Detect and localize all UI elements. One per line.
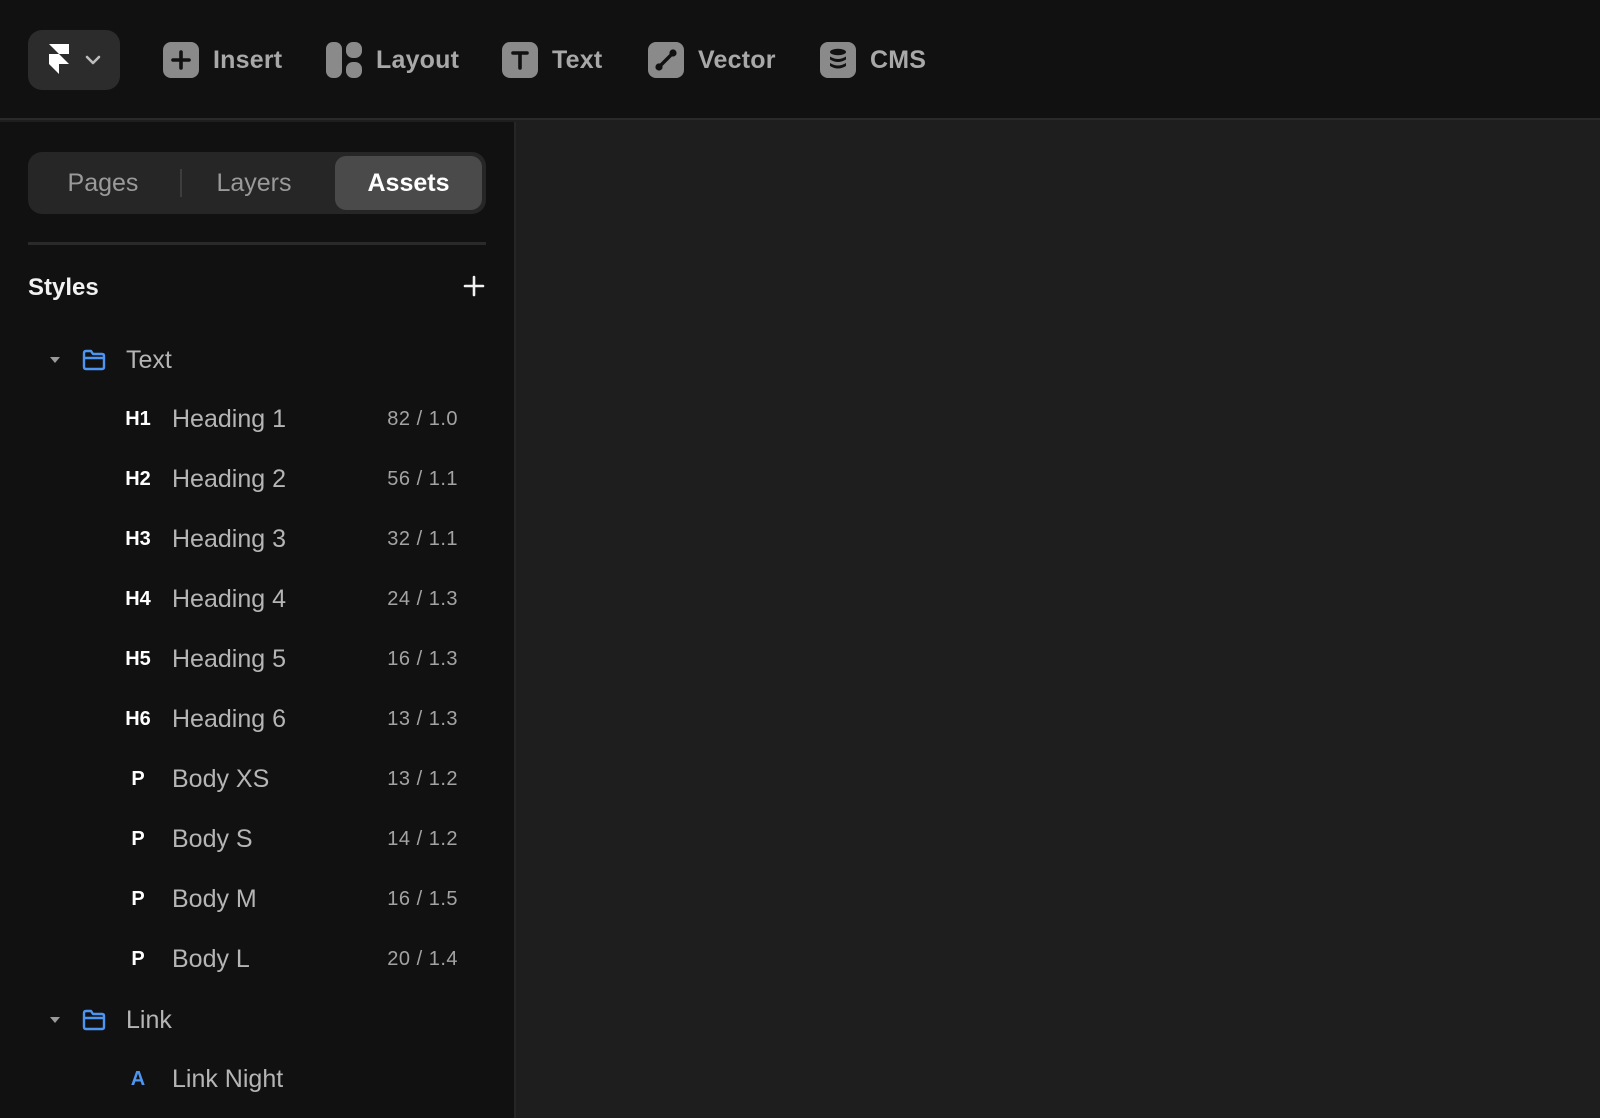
cms-tool-button[interactable]: CMS (820, 38, 926, 82)
style-item-heading-3[interactable]: H3 Heading 3 32 / 1.1 (110, 517, 470, 561)
plus-icon (163, 42, 199, 78)
caret-down-icon[interactable] (40, 1016, 70, 1024)
style-size-lineheight: 16 / 1.3 (387, 647, 458, 670)
caret-down-icon[interactable] (40, 356, 70, 364)
style-size-lineheight: 56 / 1.1 (387, 467, 458, 490)
folder-label: Text (126, 345, 172, 374)
style-item-heading-5[interactable]: H5 Heading 5 16 / 1.3 (110, 637, 470, 681)
style-tag: H5 (125, 647, 151, 670)
style-name: Heading 5 (172, 644, 286, 673)
style-name: Heading 3 (172, 524, 286, 553)
tab-layers[interactable]: Layers (184, 156, 324, 210)
pen-vector-icon (648, 42, 684, 78)
folder-icon (82, 349, 116, 371)
layout-tool-button[interactable]: Layout (326, 38, 459, 82)
style-tag: P (131, 767, 145, 790)
style-size-lineheight: 14 / 1.2 (387, 827, 458, 850)
style-name: Heading 4 (172, 584, 286, 613)
insert-label: Insert (213, 45, 283, 74)
canvas-area[interactable] (518, 122, 1600, 1118)
style-tag: P (131, 887, 145, 910)
style-item-body-s[interactable]: P Body S 14 / 1.2 (110, 817, 470, 861)
app-window: Insert Layout Text Vector CMS Pages Laye… (0, 0, 1600, 1118)
folder-row-link[interactable]: Link (40, 998, 172, 1042)
style-tag: H1 (125, 407, 151, 430)
style-item-link-night[interactable]: A Link Night (110, 1057, 470, 1101)
style-item-heading-1[interactable]: H1 Heading 1 82 / 1.0 (110, 397, 470, 441)
cms-label: CMS (870, 45, 927, 74)
style-item-body-xs[interactable]: P Body XS 13 / 1.2 (110, 757, 470, 801)
style-tag: H2 (125, 467, 151, 490)
style-name: Body L (172, 944, 250, 973)
style-name: Heading 1 (172, 404, 286, 433)
style-size-lineheight: 13 / 1.3 (387, 707, 458, 730)
add-style-button[interactable] (458, 270, 490, 302)
style-tag: H6 (125, 707, 151, 730)
style-size-lineheight: 24 / 1.3 (387, 587, 458, 610)
folder-icon (82, 1009, 116, 1031)
style-item-body-l[interactable]: P Body L 20 / 1.4 (110, 937, 470, 981)
style-tag: P (131, 947, 145, 970)
style-tag: H4 (125, 587, 151, 610)
style-size-lineheight: 13 / 1.2 (387, 767, 458, 790)
style-name: Heading 2 (172, 464, 286, 493)
style-size-lineheight: 32 / 1.1 (387, 527, 458, 550)
text-tool-button[interactable]: Text (502, 38, 602, 82)
chevron-down-icon (85, 55, 101, 65)
layout-label: Layout (376, 45, 460, 74)
app-menu-button[interactable] (28, 30, 120, 90)
left-panel: Pages Layers Assets Styles Text H1 Headi… (0, 122, 516, 1118)
panel-tab-switcher: Pages Layers Assets (28, 152, 486, 214)
text-t-icon (502, 42, 538, 78)
database-icon (820, 42, 856, 78)
style-name: Body XS (172, 764, 270, 793)
style-name: Body S (172, 824, 253, 853)
style-size-lineheight: 16 / 1.5 (387, 887, 458, 910)
vector-label: Vector (698, 45, 776, 74)
style-size-lineheight: 82 / 1.0 (387, 407, 458, 430)
style-item-heading-2[interactable]: H2 Heading 2 56 / 1.1 (110, 457, 470, 501)
style-size-lineheight: 20 / 1.4 (387, 947, 458, 970)
panel-divider (28, 242, 486, 245)
style-tag: P (131, 827, 145, 850)
framer-logo-icon (49, 44, 69, 74)
style-item-heading-6[interactable]: H6 Heading 6 13 / 1.3 (110, 697, 470, 741)
tab-pages[interactable]: Pages (28, 156, 178, 210)
style-name: Link Night (172, 1064, 284, 1093)
text-label: Text (552, 45, 603, 74)
style-name: Heading 6 (172, 704, 286, 733)
plus-icon (463, 275, 485, 297)
top-toolbar: Insert Layout Text Vector CMS (0, 0, 1600, 120)
insert-tool-button[interactable]: Insert (163, 38, 282, 82)
style-item-heading-4[interactable]: H4 Heading 4 24 / 1.3 (110, 577, 470, 621)
layout-icon (326, 42, 362, 78)
folder-row-text[interactable]: Text (40, 338, 172, 382)
style-tag: A (130, 1067, 146, 1090)
tab-assets[interactable]: Assets (335, 156, 482, 210)
folder-label: Link (126, 1005, 172, 1034)
styles-section-title: Styles (28, 274, 99, 301)
style-tag: H3 (125, 527, 151, 550)
style-item-body-m[interactable]: P Body M 16 / 1.5 (110, 877, 470, 921)
tab-divider (180, 169, 182, 197)
vector-tool-button[interactable]: Vector (648, 38, 776, 82)
style-name: Body M (172, 884, 257, 913)
